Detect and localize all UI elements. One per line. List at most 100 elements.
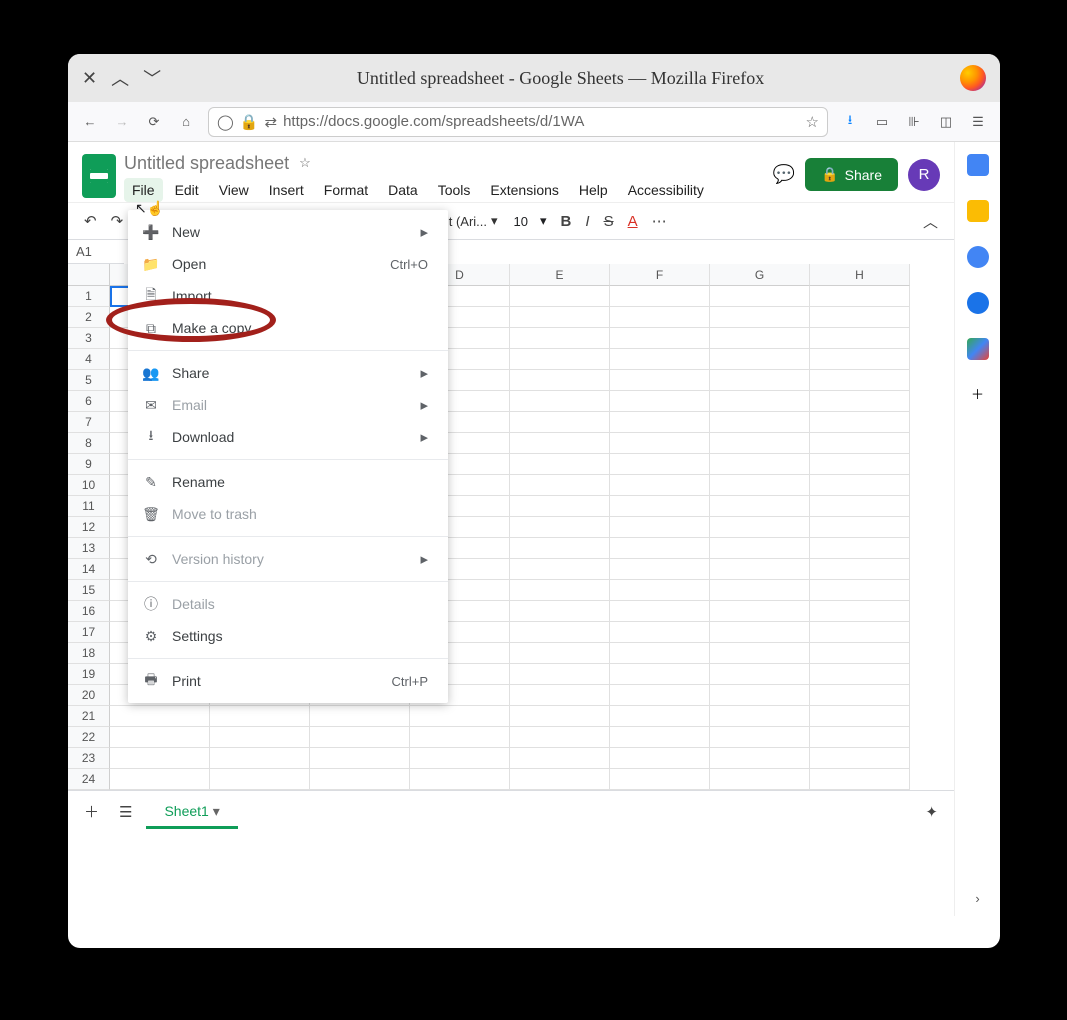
cell[interactable] — [510, 622, 610, 643]
cell[interactable] — [210, 748, 310, 769]
cell[interactable] — [710, 370, 810, 391]
menu-tools[interactable]: Tools — [430, 178, 479, 202]
collapse-toolbar-icon[interactable]: ︿ — [917, 207, 944, 236]
cell[interactable] — [710, 559, 810, 580]
cell[interactable] — [610, 538, 710, 559]
cell[interactable] — [510, 685, 610, 706]
cell[interactable] — [610, 685, 710, 706]
menu-accessibility[interactable]: Accessibility — [620, 178, 712, 202]
expand-icon[interactable]: ﹀ — [143, 65, 161, 91]
cell[interactable] — [710, 433, 810, 454]
cell[interactable] — [810, 433, 910, 454]
cell[interactable] — [210, 769, 310, 790]
cell[interactable] — [510, 307, 610, 328]
row-header[interactable]: 13 — [68, 538, 110, 559]
close-icon[interactable]: ✕ — [82, 68, 97, 89]
minimize-icon[interactable]: ︿ — [111, 65, 129, 91]
row-header[interactable]: 9 — [68, 454, 110, 475]
cell[interactable] — [510, 601, 610, 622]
cell[interactable] — [610, 643, 710, 664]
cell[interactable] — [710, 349, 810, 370]
cell[interactable] — [610, 748, 710, 769]
file-menu-download[interactable]: ⭳Download▸ — [128, 421, 448, 453]
cell[interactable] — [710, 496, 810, 517]
cell[interactable] — [510, 286, 610, 307]
url-bar[interactable]: ◯ 🔒 ⇄ https://docs.google.com/spreadshee… — [208, 107, 828, 137]
cell[interactable] — [610, 433, 710, 454]
undo-button[interactable]: ↶ — [78, 208, 103, 234]
row-header[interactable]: 20 — [68, 685, 110, 706]
share-button[interactable]: 🔒 Share — [805, 158, 898, 191]
cell[interactable] — [510, 580, 610, 601]
row-header[interactable]: 3 — [68, 328, 110, 349]
cell[interactable] — [810, 328, 910, 349]
cell[interactable] — [810, 664, 910, 685]
add-sheet-button[interactable]: ＋ — [78, 797, 105, 826]
col-header[interactable]: E — [510, 264, 610, 286]
cell[interactable] — [710, 580, 810, 601]
cell[interactable] — [510, 454, 610, 475]
file-menu-settings[interactable]: ⚙Settings — [128, 620, 448, 652]
sheet-tab[interactable]: Sheet1 ▾ — [146, 795, 237, 829]
cell[interactable] — [610, 349, 710, 370]
row-header[interactable]: 6 — [68, 391, 110, 412]
row-header[interactable]: 10 — [68, 475, 110, 496]
cell[interactable] — [610, 727, 710, 748]
file-menu-open[interactable]: 📁OpenCtrl+O — [128, 248, 448, 280]
download-icon[interactable]: ⭳ — [840, 111, 860, 133]
cell[interactable] — [710, 517, 810, 538]
cell[interactable] — [710, 601, 810, 622]
avatar[interactable]: R — [908, 159, 940, 191]
cell[interactable] — [110, 748, 210, 769]
cell[interactable] — [810, 727, 910, 748]
cell[interactable] — [510, 412, 610, 433]
cell[interactable] — [510, 769, 610, 790]
cell[interactable] — [610, 601, 710, 622]
cell[interactable] — [710, 622, 810, 643]
cell[interactable] — [510, 727, 610, 748]
cell[interactable] — [710, 454, 810, 475]
menu-view[interactable]: View — [211, 178, 257, 202]
row-header[interactable]: 21 — [68, 706, 110, 727]
cell[interactable] — [710, 538, 810, 559]
cell[interactable] — [810, 349, 910, 370]
cell[interactable] — [610, 412, 710, 433]
cell[interactable] — [810, 517, 910, 538]
cell[interactable] — [710, 307, 810, 328]
cell[interactable] — [710, 727, 810, 748]
cell[interactable] — [810, 454, 910, 475]
col-header[interactable]: F — [610, 264, 710, 286]
row-header[interactable]: 18 — [68, 643, 110, 664]
italic-button[interactable]: I — [579, 209, 595, 234]
cell[interactable] — [810, 391, 910, 412]
cell[interactable] — [810, 643, 910, 664]
tasks-icon[interactable] — [967, 246, 989, 268]
cell[interactable] — [810, 601, 910, 622]
cell[interactable] — [310, 727, 410, 748]
sidebar-icon[interactable]: ◫ — [936, 114, 956, 130]
cell[interactable] — [810, 370, 910, 391]
doc-title[interactable]: Untitled spreadsheet — [124, 153, 289, 174]
cell[interactable] — [310, 748, 410, 769]
cell[interactable] — [810, 580, 910, 601]
col-header[interactable]: G — [710, 264, 810, 286]
menu-file[interactable]: File — [124, 178, 163, 202]
reload-button[interactable]: ⟳ — [144, 114, 164, 130]
cell[interactable] — [610, 706, 710, 727]
cell[interactable] — [410, 706, 510, 727]
file-menu-make-a-copy[interactable]: ⧉Make a copy — [128, 312, 448, 344]
cell[interactable] — [610, 769, 710, 790]
cell[interactable] — [610, 496, 710, 517]
cell[interactable] — [610, 475, 710, 496]
row-header[interactable]: 23 — [68, 748, 110, 769]
cell[interactable] — [710, 391, 810, 412]
cell[interactable] — [710, 412, 810, 433]
cell[interactable] — [510, 538, 610, 559]
menu-format[interactable]: Format — [316, 178, 376, 202]
comment-history-icon[interactable]: 💬 — [773, 164, 795, 185]
row-header[interactable]: 16 — [68, 601, 110, 622]
cell[interactable] — [610, 370, 710, 391]
row-header[interactable]: 5 — [68, 370, 110, 391]
explore-button[interactable]: ✦ — [919, 799, 944, 825]
cell[interactable] — [310, 769, 410, 790]
